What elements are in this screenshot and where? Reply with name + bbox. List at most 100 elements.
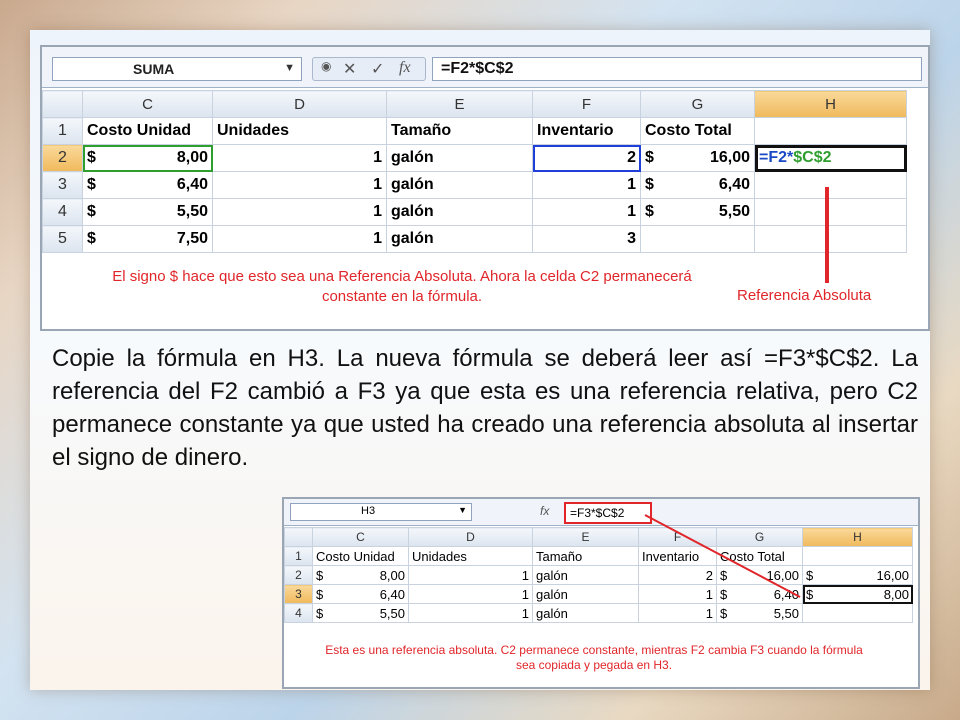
fx-icon[interactable]: fx (399, 59, 411, 77)
cell[interactable]: Costo Unidad (82, 117, 213, 145)
cell[interactable]: 1 (212, 225, 387, 253)
cell[interactable] (640, 225, 755, 253)
column-header-f[interactable]: F (532, 90, 641, 118)
column-header-h[interactable]: H (754, 90, 907, 118)
cell[interactable]: $5,50 (640, 198, 755, 226)
cell[interactable]: Unidades (408, 546, 533, 566)
cell[interactable] (754, 117, 907, 145)
cell[interactable]: $6,40 (82, 171, 213, 199)
row-header[interactable]: 2 (284, 565, 313, 585)
row-header[interactable]: 1 (284, 546, 313, 566)
cell[interactable]: 2 (638, 565, 717, 585)
cell[interactable] (802, 603, 913, 623)
name-box[interactable]: SUMA ▼ (52, 57, 302, 81)
cell[interactable]: Tamaño (532, 546, 639, 566)
table-row: 5 $7,50 1 galón 3 (42, 225, 907, 253)
table-row: 4 $5,50 1 galón 1 $5,50 (284, 603, 913, 623)
cell-f2[interactable]: 2 (532, 144, 641, 172)
cell[interactable] (754, 225, 907, 253)
cell[interactable]: 1 (408, 565, 533, 585)
column-header-d[interactable]: D (408, 527, 533, 547)
cell[interactable]: 1 (408, 603, 533, 623)
cell[interactable]: galón (532, 603, 639, 623)
cell[interactable]: $6,40 (640, 171, 755, 199)
column-header-row: C D E F G H (42, 90, 907, 118)
name-box[interactable]: H3 ▼ (290, 503, 472, 521)
cell[interactable]: galón (386, 198, 533, 226)
column-header-e[interactable]: E (386, 90, 533, 118)
cell[interactable]: Inventario (532, 117, 641, 145)
formula-bar: SUMA ▼ ◉ ✕ ✓ fx =F2*$C$2 (42, 47, 928, 88)
cell[interactable]: 1 (638, 584, 717, 604)
cell[interactable]: $6,40 (312, 584, 409, 604)
formula-buttons: ◉ ✕ ✓ fx (312, 57, 426, 81)
cell-h2-editing[interactable]: =F2*$C$2 (754, 144, 907, 172)
cell[interactable]: $7,50 (82, 225, 213, 253)
row-header[interactable]: 5 (42, 225, 83, 253)
spreadsheet-screenshot-2: H3 ▼ fx =F3*$C$2 C D E F G H 1 Costo Uni… (282, 497, 920, 689)
column-header-c[interactable]: C (82, 90, 213, 118)
select-all-corner[interactable] (42, 90, 83, 118)
cell[interactable]: $5,50 (312, 603, 409, 623)
row-header[interactable]: 1 (42, 117, 83, 145)
cell[interactable]: galón (532, 565, 639, 585)
table-row: 2 $8,00 1 galón 2 $16,00 =F2*$C$2 (42, 144, 907, 172)
instruction-paragraph: Copie la fórmula en H3. La nueva fórmula… (52, 345, 918, 471)
cell-h3-selected[interactable]: $8,00 (802, 584, 913, 604)
row-header[interactable]: 3 (284, 584, 313, 604)
cell[interactable]: 1 (638, 603, 717, 623)
sheet-grid: C D E F G H 1 Costo Unidad Unidades Tama… (284, 527, 913, 623)
cell[interactable]: Unidades (212, 117, 387, 145)
cell[interactable]: galón (386, 225, 533, 253)
column-header-g[interactable]: G (640, 90, 755, 118)
cell[interactable]: $16,00 (802, 565, 913, 585)
cell[interactable]: galón (386, 144, 533, 172)
cell[interactable]: $8,00 (312, 565, 409, 585)
cell[interactable]: 1 (532, 198, 641, 226)
cell[interactable]: 1 (532, 171, 641, 199)
row-header[interactable]: 4 (42, 198, 83, 226)
row-header[interactable]: 4 (284, 603, 313, 623)
column-header-d[interactable]: D (212, 90, 387, 118)
cell[interactable]: Costo Unidad (312, 546, 409, 566)
column-header-e[interactable]: E (532, 527, 639, 547)
cell[interactable]: 1 (212, 171, 387, 199)
cell[interactable]: $6,40 (716, 584, 803, 604)
chevron-down-icon[interactable]: ▼ (284, 62, 295, 74)
cell[interactable]: galón (532, 584, 639, 604)
cancel-icon[interactable]: ✕ (343, 59, 356, 79)
cell-c2[interactable]: $8,00 (82, 144, 213, 172)
row-header[interactable]: 3 (42, 171, 83, 199)
enter-check-icon[interactable]: ✓ (371, 59, 384, 79)
cell[interactable]: Tamaño (386, 117, 533, 145)
cell[interactable]: Costo Total (716, 546, 803, 566)
cell[interactable]: Inventario (638, 546, 717, 566)
table-row: 1 Costo Unidad Unidades Tamaño Inventari… (284, 546, 913, 566)
formula-input[interactable]: =F3*$C$2 (564, 502, 652, 524)
column-header-f[interactable]: F (638, 527, 717, 547)
table-row: 3 $6,40 1 galón 1 $6,40 (42, 171, 907, 199)
cell[interactable]: $5,50 (82, 198, 213, 226)
cell[interactable] (802, 546, 913, 566)
column-header-c[interactable]: C (312, 527, 409, 547)
chevron-down-icon[interactable]: ▼ (458, 505, 467, 515)
sheet-grid: C D E F G H 1 Costo Unidad Unidades Tama… (42, 90, 907, 253)
cell[interactable]: $16,00 (640, 144, 755, 172)
cell[interactable]: 1 (212, 144, 387, 172)
column-header-g[interactable]: G (716, 527, 803, 547)
table-row: 2 $8,00 1 galón 2 $16,00 $16,00 (284, 565, 913, 585)
cell[interactable]: 1 (212, 198, 387, 226)
row-header[interactable]: 2 (42, 144, 83, 172)
column-header-h[interactable]: H (802, 527, 913, 547)
cell[interactable]: 1 (408, 584, 533, 604)
cell[interactable]: Costo Total (640, 117, 755, 145)
cell[interactable] (754, 171, 907, 199)
fx-icon[interactable]: fx (540, 504, 549, 518)
cell[interactable]: $16,00 (716, 565, 803, 585)
select-all-corner[interactable] (284, 527, 313, 547)
cell[interactable]: 3 (532, 225, 641, 253)
cell[interactable]: galón (386, 171, 533, 199)
cell[interactable] (754, 198, 907, 226)
cell[interactable]: $5,50 (716, 603, 803, 623)
formula-input[interactable]: =F2*$C$2 (432, 57, 922, 81)
